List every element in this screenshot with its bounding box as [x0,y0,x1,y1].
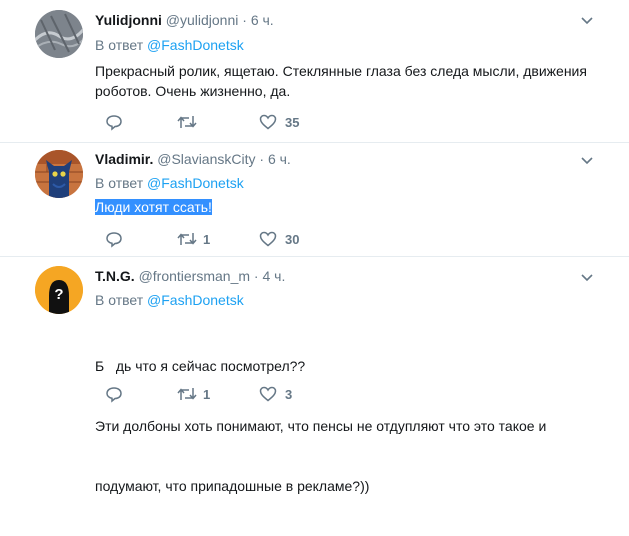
author-handle[interactable]: @frontiersman_m [139,268,250,284]
avatar[interactable]: ? [35,266,83,314]
tweet[interactable]: Yulidjonni @yulidjonni · 6 ч. В ответ @F… [0,0,629,150]
reply-prefix: В ответ [95,292,144,308]
separator-dot: · [253,268,259,284]
author-name[interactable]: Yulidjonni [95,12,162,28]
author-name[interactable]: Vladimir. [95,151,153,167]
tweet-text-line: Прекрасный ролик, ящетаю. Стеклянные гла… [95,63,587,79]
like-count: 30 [285,232,300,247]
author-handle[interactable]: @yulidjonni [166,12,239,28]
heart-icon [259,231,277,247]
timestamp[interactable]: 4 ч. [262,268,285,284]
reply-mention[interactable]: @FashDonetsk [147,292,244,308]
tweet-text: Прекрасный ролик, ящетаю. Стеклянные гла… [95,61,595,101]
reply-icon [106,232,122,248]
author-name[interactable]: T.N.G. [95,268,135,284]
tweet[interactable]: Vladimir. @SlavianskCity · 6 ч. В ответ … [0,143,629,256]
avatar-question-mark: ? [54,286,63,303]
retweet-icon [177,388,197,400]
tweet-text: Люди хотят ссать! [95,197,595,217]
separator-dot: · [259,151,265,167]
heart-icon [259,386,277,402]
chevron-down-icon[interactable] [580,156,594,166]
timestamp[interactable]: 6 ч. [268,151,291,167]
reply-prefix: В ответ [95,175,144,191]
chevron-down-icon[interactable] [580,273,594,283]
reply-icon [106,115,122,131]
tweet-text: Б дь что я сейчас посмотрел?? Эти долбон… [95,316,595,536]
separator-dot: · [242,12,247,28]
like-count: 3 [285,387,293,402]
reply-icon [106,387,122,403]
retweet-icon [177,233,197,245]
retweet-count: 1 [203,387,211,402]
heart-icon [259,114,277,130]
avatar[interactable] [35,10,83,58]
tweet[interactable]: ? T.N.G. @frontiersman_m · 4 ч. В ответ … [0,257,629,494]
avatar[interactable] [35,150,83,198]
like-count: 35 [285,115,300,130]
tweet-text-line: Эти долбоны хоть понимают, что пенсы не … [95,418,547,434]
timestamp[interactable]: 6 ч. [251,12,274,28]
author-handle[interactable]: @SlavianskCity [157,151,255,167]
reply-mention[interactable]: @FashDonetsk [147,175,244,191]
tweet-text-line: роботов. Очень жизненно, да. [95,83,291,99]
selected-text: Люди хотят ссать! [95,199,212,215]
tweet-text-line: подумают, что припадошные в рекламе?)) [95,478,370,494]
retweet-count: 1 [203,232,211,247]
chevron-down-icon[interactable] [580,16,594,26]
reply-prefix: В ответ [95,37,144,53]
tweet-text-line: Б дь что я сейчас посмотрел?? [95,358,306,374]
retweet-icon [177,116,197,128]
reply-mention[interactable]: @FashDonetsk [147,37,244,53]
